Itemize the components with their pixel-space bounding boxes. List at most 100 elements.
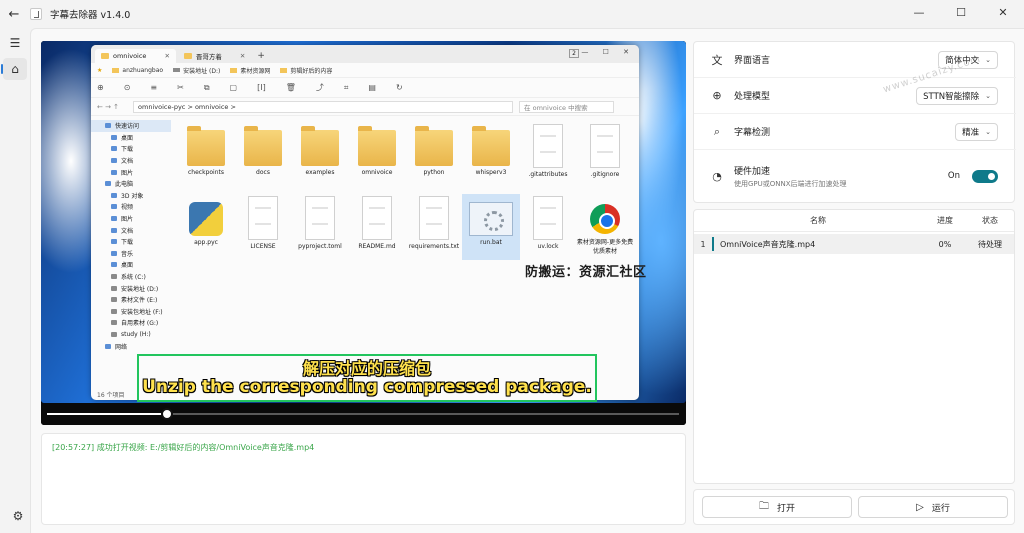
new-icon: ⊕ bbox=[97, 83, 104, 92]
nav-pane-item: 网络 bbox=[91, 340, 171, 352]
explorer-nav-pane: 快速访问 桌面 下载 文档 图片 此电脑 3D 对象 视频 图片 文档 下载 音乐 桌面 系统 (C:) 安… bbox=[91, 116, 171, 388]
explorer-address-bar: ← → ↑ omnivoice-pyc > omnivoice > 在 omni… bbox=[91, 98, 639, 116]
explorer-file: whisperv3 bbox=[462, 122, 520, 188]
minimize-button[interactable]: — bbox=[898, 0, 940, 24]
share-icon: ⤴ bbox=[315, 83, 324, 92]
setting-description: 使用GPU或ONNX后端进行加速处理 bbox=[734, 179, 847, 188]
explorer-file: examples bbox=[291, 122, 349, 188]
run-button[interactable]: ▷ 运行 bbox=[858, 496, 1008, 518]
main-content: omnivoice ✕ 晋哥方着 ✕ + 2 — ☐ ✕ ★ anzhuangbao… bbox=[30, 28, 1024, 533]
nav-pane-item: 图片 bbox=[91, 166, 171, 178]
close-icon: ✕ bbox=[164, 52, 170, 60]
history-icon: ⊙ bbox=[123, 83, 131, 92]
chevron-down-icon: ⌄ bbox=[985, 55, 991, 64]
explorer-file: pyproject.toml bbox=[291, 194, 349, 260]
explorer-file: omnivoice bbox=[348, 122, 406, 188]
doc-icon bbox=[419, 196, 449, 240]
table-row[interactable]: 1 OmniVoice声音克隆.mp4 0% 待处理 bbox=[694, 234, 1014, 254]
hardware-accel-toggle[interactable] bbox=[972, 169, 998, 183]
crop-icon: ⌗ bbox=[343, 82, 349, 92]
paste-icon: ▢ bbox=[229, 83, 238, 92]
folder-icon bbox=[415, 126, 453, 166]
delete-icon: 🗑 bbox=[285, 83, 296, 92]
setting-detection: ⌕ 字幕检测 精准 ⌄ bbox=[694, 114, 1016, 150]
gear-icon[interactable]: ⚙ bbox=[6, 505, 30, 527]
nav-pane-item: 此电脑 bbox=[91, 178, 171, 190]
nav-pane-item: 音乐 bbox=[91, 248, 171, 260]
chevron-down-icon: ⌄ bbox=[985, 127, 991, 136]
hamburger-icon[interactable]: ☰ bbox=[3, 32, 27, 54]
chevron-down-icon: ⌄ bbox=[985, 91, 991, 100]
detection-select[interactable]: 精准 ⌄ bbox=[955, 122, 998, 141]
properties-icon: ▤ bbox=[368, 83, 376, 92]
refresh-icon: ↻ bbox=[395, 83, 403, 92]
nav-pane-item: 自用素材 (G:) bbox=[91, 317, 171, 329]
nav-pane-item: 3D 对象 bbox=[91, 190, 171, 202]
nav-pane-item: 下载 bbox=[91, 143, 171, 155]
subtitle-chinese: 解压对应的压缩包 bbox=[302, 359, 431, 378]
doc-icon bbox=[362, 196, 392, 240]
folder-icon bbox=[472, 126, 510, 166]
close-icon: ✕ bbox=[239, 52, 246, 60]
progress-fill bbox=[47, 413, 168, 415]
new-tab-icon: + bbox=[257, 51, 265, 61]
column-status[interactable]: 状态 bbox=[966, 215, 1014, 226]
nav-pane-item: 视频 bbox=[91, 201, 171, 213]
video-player[interactable]: omnivoice ✕ 晋哥方着 ✕ + 2 — ☐ ✕ ★ anzhuangbao… bbox=[41, 41, 686, 425]
subtitle-english: Unzip the corresponding compressed packa… bbox=[142, 377, 592, 397]
explorer-toolbar: ⊕ ⊙ ≡ ✂ ⧉ ▢ [I] 🗑 ⤴ ⌗ ▤ ↻ bbox=[91, 78, 639, 98]
nav-pane-item: 文档 bbox=[91, 224, 171, 236]
explorer-tab-omnivoice: omnivoice ✕ bbox=[95, 49, 176, 63]
doc-icon bbox=[590, 124, 620, 168]
language-icon: 文 bbox=[711, 53, 723, 67]
video-progress-slider[interactable] bbox=[47, 408, 679, 420]
path-field: omnivoice-pyc > omnivoice > bbox=[133, 100, 514, 113]
explorer-file: .gitattributes bbox=[519, 122, 577, 188]
maximize-button[interactable]: ☐ bbox=[940, 0, 982, 24]
nav-pane-item: 桌面 bbox=[91, 259, 171, 271]
explorer-window-controls-icon: — ☐ ✕ bbox=[581, 48, 635, 56]
explorer-file: README.md bbox=[348, 194, 406, 260]
tab-count: 2 bbox=[569, 49, 579, 58]
folder-icon bbox=[183, 53, 192, 59]
folder-icon bbox=[101, 53, 109, 59]
copy-icon: ⧉ bbox=[203, 82, 210, 92]
back-arrow-icon[interactable]: ← bbox=[0, 0, 28, 28]
explorer-file: run.bat bbox=[462, 194, 520, 260]
doc-icon bbox=[305, 196, 335, 240]
window-controls: — ☐ ✕ bbox=[898, 0, 1024, 24]
nav-pane-item: 系统 (C:) bbox=[91, 271, 171, 283]
column-name[interactable]: 名称 bbox=[712, 215, 924, 226]
progress-knob[interactable] bbox=[161, 408, 174, 420]
model-select[interactable]: STTN智能擦除 ⌄ bbox=[916, 86, 998, 105]
explorer-file-grid: checkpoints docs examples omnivoice python wh… bbox=[177, 122, 639, 382]
home-icon[interactable]: ⌂ bbox=[1, 58, 27, 80]
log-panel: [20:57:27] 成功打开视频: E:/剪辑好后的内容/OmniVoice声… bbox=[41, 433, 686, 525]
explorer-file: 素材资源网-更多免费优质素材 bbox=[576, 194, 634, 260]
doc-icon bbox=[533, 124, 563, 168]
nav-pane-item: 下载 bbox=[91, 236, 171, 248]
task-table: 名称 进度 状态 1 OmniVoice声音克隆.mp4 0% 待处理 bbox=[693, 209, 1015, 484]
window-title: 字幕去除器 v1.4.0 bbox=[50, 10, 131, 21]
nav-arrows-icon: ← → ↑ bbox=[97, 102, 120, 111]
table-header: 名称 进度 状态 bbox=[694, 210, 1014, 232]
file-explorer-window: omnivoice ✕ 晋哥方着 ✕ + 2 — ☐ ✕ ★ anzhuangbao… bbox=[91, 45, 639, 400]
star-icon: ★ bbox=[97, 66, 103, 74]
log-line: [20:57:27] 成功打开视频: E:/剪辑好后的内容/OmniVoice声… bbox=[52, 443, 315, 452]
setting-hardware-accel: ◔ 硬件加速 使用GPU或ONNX后端进行加速处理 On bbox=[694, 150, 1016, 202]
fav-item: 素材资源网 bbox=[230, 66, 270, 75]
folder-icon bbox=[301, 126, 339, 166]
open-button[interactable]: 🗀 打开 bbox=[702, 496, 852, 518]
nav-rail: ☰ ⌂ ⚙ bbox=[0, 28, 30, 533]
close-button[interactable]: ✕ bbox=[982, 0, 1024, 24]
column-progress[interactable]: 进度 bbox=[924, 215, 966, 226]
folder-icon bbox=[358, 126, 396, 166]
bat-icon bbox=[469, 202, 513, 236]
explorer-file: uv.lock bbox=[519, 194, 577, 260]
fav-item: 剪辑好后的内容 bbox=[280, 66, 332, 75]
nav-pane-item: 图片 bbox=[91, 213, 171, 225]
search-icon: ⌕ bbox=[713, 124, 721, 138]
favorites-bar: ★ anzhuangbao 安装地址 (D:) 素材资源网 剪辑好后的内容 bbox=[91, 63, 639, 78]
explorer-file: LICENSE bbox=[234, 194, 292, 260]
video-frame: omnivoice ✕ 晋哥方着 ✕ + 2 — ☐ ✕ ★ anzhuangbao… bbox=[41, 41, 686, 403]
